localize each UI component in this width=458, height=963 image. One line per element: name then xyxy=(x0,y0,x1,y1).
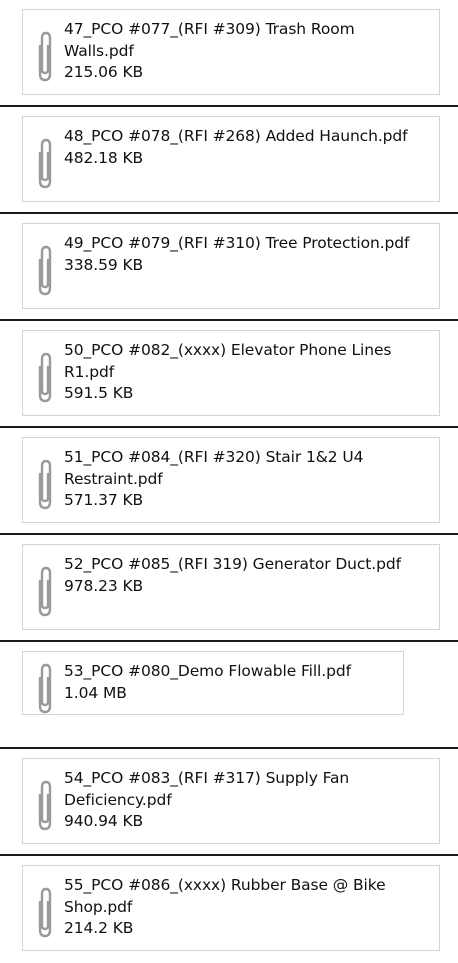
attachment-filename[interactable]: 54_PCO #083_(RFI #317) Supply Fan Defici… xyxy=(64,768,426,811)
attachment-card[interactable]: 49_PCO #079_(RFI #310) Tree Protection.p… xyxy=(22,223,440,309)
attachment-filename[interactable]: 47_PCO #077_(RFI #309) Trash Room Walls.… xyxy=(64,19,426,62)
attachment-info: 49_PCO #079_(RFI #310) Tree Protection.p… xyxy=(64,233,426,276)
paperclip-icon xyxy=(32,244,58,298)
attachment-card[interactable]: 51_PCO #084_(RFI #320) Stair 1&2 U4 Rest… xyxy=(22,437,440,523)
attachment-card[interactable]: 55_PCO #086_(xxxx) Rubber Base @ Bike Sh… xyxy=(22,865,440,951)
attachment-filename[interactable]: 52_PCO #085_(RFI 319) Generator Duct.pdf xyxy=(64,554,426,576)
attachment-info: 53_PCO #080_Demo Flowable Fill.pdf 1.04 M… xyxy=(64,661,426,704)
attachment-info: 52_PCO #085_(RFI 319) Generator Duct.pdf… xyxy=(64,554,426,597)
attachment-info: 55_PCO #086_(xxxx) Rubber Base @ Bike Sh… xyxy=(64,875,426,940)
attachment-filesize: 591.5 KB xyxy=(64,384,134,402)
attachment-card[interactable]: 52_PCO #085_(RFI 319) Generator Duct.pdf… xyxy=(22,544,440,630)
attachment-row: 50_PCO #082_(xxxx) Elevator Phone Lines … xyxy=(0,321,458,428)
attachment-filesize: 482.18 KB xyxy=(64,148,144,167)
attachment-filename[interactable]: 55_PCO #086_(xxxx) Rubber Base @ Bike Sh… xyxy=(64,875,426,918)
attachment-filesize: 338.59 KB xyxy=(64,255,144,274)
paperclip-icon xyxy=(32,351,58,405)
attachment-info: 50_PCO #082_(xxxx) Elevator Phone Lines … xyxy=(64,340,426,405)
paperclip-icon xyxy=(32,458,58,512)
attachment-card[interactable]: 50_PCO #082_(xxxx) Elevator Phone Lines … xyxy=(22,330,440,416)
attachment-list: 47_PCO #077_(RFI #309) Trash Room Walls.… xyxy=(0,0,458,963)
attachment-info: 54_PCO #083_(RFI #317) Supply Fan Defici… xyxy=(64,768,426,833)
attachment-filesize: 1.04 MB xyxy=(64,683,127,702)
attachment-card[interactable]: 47_PCO #077_(RFI #309) Trash Room Walls.… xyxy=(22,9,440,95)
paperclip-icon xyxy=(32,565,58,619)
attachment-filename[interactable]: 49_PCO #079_(RFI #310) Tree Protection.p… xyxy=(64,233,426,255)
attachment-row: 52_PCO #085_(RFI 319) Generator Duct.pdf… xyxy=(0,535,458,642)
attachment-row: 49_PCO #079_(RFI #310) Tree Protection.p… xyxy=(0,214,458,321)
attachment-filesize: 940.94 KB xyxy=(64,812,144,830)
attachment-row: 53_PCO #080_Demo Flowable Fill.pdf 1.04 M… xyxy=(0,642,458,749)
attachment-card[interactable]: 53_PCO #080_Demo Flowable Fill.pdf 1.04 M… xyxy=(22,651,404,715)
attachment-row: 47_PCO #077_(RFI #309) Trash Room Walls.… xyxy=(0,0,458,107)
attachment-filename[interactable]: 50_PCO #082_(xxxx) Elevator Phone Lines … xyxy=(64,340,426,383)
attachment-card[interactable]: 54_PCO #083_(RFI #317) Supply Fan Defici… xyxy=(22,758,440,844)
paperclip-icon xyxy=(32,137,58,191)
attachment-row: 51_PCO #084_(RFI #320) Stair 1&2 U4 Rest… xyxy=(0,428,458,535)
attachment-filesize: 214.2 KB xyxy=(64,919,134,937)
attachment-info: 48_PCO #078_(RFI #268) Added Haunch.pdf 4… xyxy=(64,126,426,169)
attachment-row: 55_PCO #086_(xxxx) Rubber Base @ Bike Sh… xyxy=(0,856,458,963)
paperclip-icon xyxy=(32,779,58,833)
paperclip-icon xyxy=(32,30,58,84)
attachment-filesize: 215.06 KB xyxy=(64,63,144,81)
attachment-row: 48_PCO #078_(RFI #268) Added Haunch.pdf 4… xyxy=(0,107,458,214)
attachment-filename[interactable]: 53_PCO #080_Demo Flowable Fill.pdf xyxy=(64,661,426,683)
attachment-row: 54_PCO #083_(RFI #317) Supply Fan Defici… xyxy=(0,749,458,856)
attachment-info: 51_PCO #084_(RFI #320) Stair 1&2 U4 Rest… xyxy=(64,447,426,512)
paperclip-icon xyxy=(32,886,58,940)
attachment-card[interactable]: 48_PCO #078_(RFI #268) Added Haunch.pdf 4… xyxy=(22,116,440,202)
attachment-filesize: 978.23 KB xyxy=(64,576,144,595)
attachment-filename[interactable]: 48_PCO #078_(RFI #268) Added Haunch.pdf xyxy=(64,126,426,148)
attachment-filename[interactable]: 51_PCO #084_(RFI #320) Stair 1&2 U4 Rest… xyxy=(64,447,426,490)
attachment-filesize: 571.37 KB xyxy=(64,491,144,509)
attachment-info: 47_PCO #077_(RFI #309) Trash Room Walls.… xyxy=(64,19,426,84)
paperclip-icon xyxy=(32,662,58,716)
